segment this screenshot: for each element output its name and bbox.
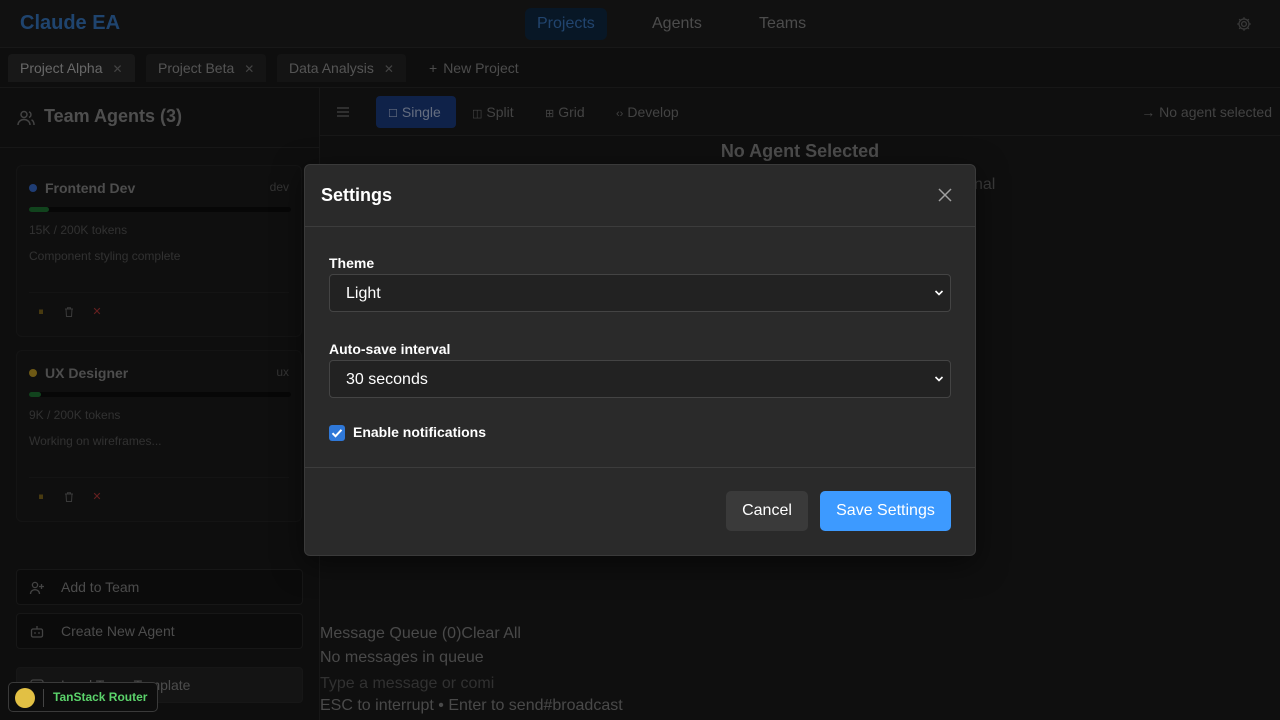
- autosave-label: Auto-save interval: [329, 341, 451, 357]
- autosave-value: 30 seconds: [346, 371, 428, 388]
- chevron-down-icon: [934, 376, 944, 382]
- dialog-title: Settings: [321, 185, 393, 205]
- tanstack-logo-icon: [15, 688, 35, 708]
- cancel-button[interactable]: Cancel: [726, 491, 808, 531]
- tanstack-router-devtools-button[interactable]: TanStack Router: [8, 682, 158, 712]
- theme-select[interactable]: Light: [329, 274, 951, 312]
- theme-value: Light: [346, 285, 381, 302]
- checkmark-icon: [331, 429, 343, 438]
- settings-dialog: Settings Theme Light Auto-save interval …: [304, 164, 976, 556]
- autosave-select[interactable]: 30 seconds: [329, 360, 951, 398]
- divider: [43, 689, 44, 707]
- chevron-down-icon: [934, 290, 944, 296]
- save-settings-button[interactable]: Save Settings: [820, 491, 951, 531]
- notifications-label[interactable]: Enable notifications: [353, 424, 486, 440]
- notifications-checkbox[interactable]: [329, 425, 345, 441]
- dialog-header: Settings: [305, 165, 975, 227]
- close-icon[interactable]: [937, 187, 953, 203]
- devtools-label: TanStack Router: [53, 690, 148, 704]
- theme-label: Theme: [329, 255, 375, 271]
- dialog-divider: [305, 467, 975, 468]
